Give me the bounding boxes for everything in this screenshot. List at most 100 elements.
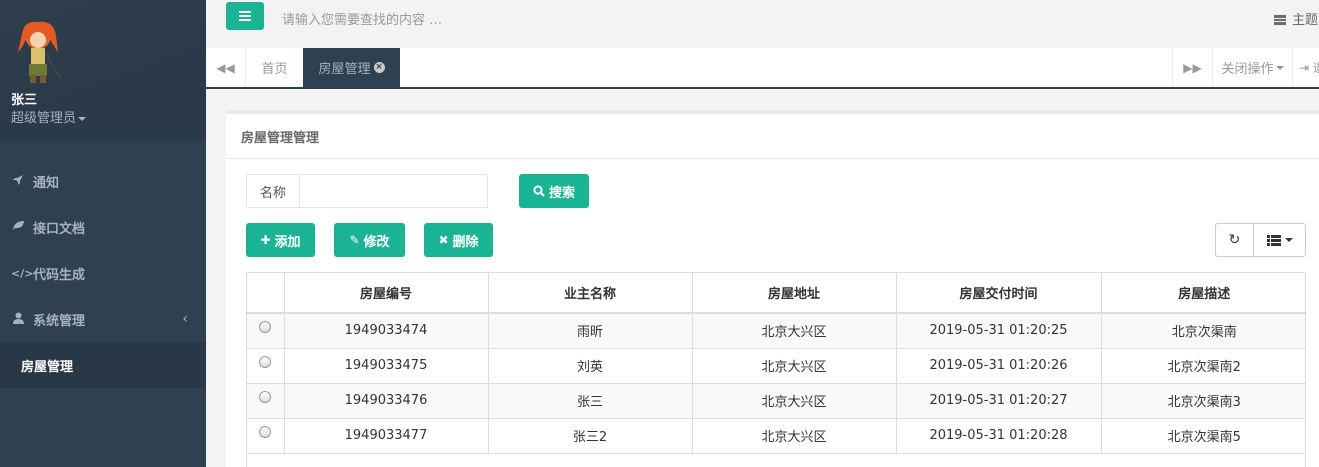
sidebar-item-label: 代码生成 <box>33 267 86 283</box>
table-row[interactable]: 1949033474 雨昕 北京大兴区 2019-05-31 01:20:25 … <box>247 313 1305 349</box>
plus-icon: ✚ <box>260 233 271 247</box>
bars-icon <box>239 11 251 21</box>
row-select-cell <box>247 348 285 384</box>
avatar[interactable] <box>12 18 64 84</box>
theme-button[interactable]: 主题 <box>1274 9 1318 28</box>
sidebar-item-label: 接口文档 <box>33 221 86 237</box>
tabs-bar: ◀◀ 首页 房屋管理 × ▶▶ 关闭操作 ⇥ 退出 <box>206 48 1319 89</box>
panel-title: 房屋管理管理 <box>226 114 1319 159</box>
sidebar-item-codegen[interactable]: </> 代码生成 <box>0 250 206 296</box>
refresh-icon: ↻ <box>1228 232 1241 248</box>
close-tab-icon[interactable]: × <box>373 62 385 73</box>
table-cell: 2019-05-31 01:20:26 <box>896 348 1102 384</box>
sidebar-nav: 通知 接口文档 </> 代码生成 系统管理 ‹ 房屋管理 <box>0 158 206 388</box>
table-cell: 张三2 <box>488 418 693 454</box>
top-navbar: 请输入您需要查找的内容 … 主题 <box>206 0 1319 48</box>
table-cell: 雨昕 <box>488 313 693 349</box>
table-cell: 2019-05-31 01:20:27 <box>896 383 1102 419</box>
table-cell: 刘英 <box>488 348 693 384</box>
column-header[interactable]: 房屋地址 <box>692 273 897 314</box>
user-icon <box>11 312 25 327</box>
row-radio[interactable] <box>259 355 272 368</box>
menu-toggle-button[interactable] <box>226 2 264 30</box>
chevron-left-icon: ‹ <box>182 311 188 327</box>
table-cell: 2019-05-31 01:20:28 <box>896 418 1102 454</box>
column-header-select <box>247 273 285 314</box>
column-header[interactable]: 房屋描述 <box>1101 273 1305 314</box>
close-ops-label: 关闭操作 <box>1221 62 1274 77</box>
search-form: 名称 <box>246 174 488 208</box>
row-select-cell <box>247 313 285 349</box>
table-cell: 北京大兴区 <box>692 383 897 419</box>
edit-button-label: 修改 <box>363 234 390 250</box>
sign-out-icon: ⇥ <box>1299 60 1310 75</box>
search-button[interactable]: 搜索 <box>519 174 589 208</box>
row-radio[interactable] <box>259 320 272 333</box>
sidebar-subitem-house[interactable]: 房屋管理 <box>0 342 206 388</box>
close-ops-dropdown[interactable]: 关闭操作 <box>1212 48 1292 87</box>
search-name-input[interactable] <box>300 175 487 207</box>
row-radio[interactable] <box>259 425 272 438</box>
row-select-cell <box>247 418 285 454</box>
theme-icon <box>1274 15 1286 25</box>
add-button[interactable]: ✚ 添加 <box>246 223 315 257</box>
table-cell: 北京大兴区 <box>692 348 897 384</box>
tabs-scroll-right-button[interactable]: ▶▶ <box>1172 48 1212 87</box>
top-search-input[interactable]: 请输入您需要查找的内容 … <box>282 9 442 28</box>
delete-button-label: 删除 <box>452 234 479 250</box>
columns-dropdown[interactable] <box>1254 224 1305 256</box>
code-icon: </> <box>11 266 34 280</box>
refresh-button[interactable]: ↻ <box>1216 224 1254 256</box>
table-header-row: 房屋编号 业主名称 房屋地址 房屋交付时间 房屋描述 <box>247 273 1305 314</box>
search-name-label: 名称 <box>247 175 300 207</box>
table-row[interactable]: 1949033476 张三 北京大兴区 2019-05-31 01:20:27 … <box>247 383 1305 419</box>
double-chevron-right-icon: ▶▶ <box>1183 60 1202 75</box>
remove-icon: ✖ <box>438 233 449 247</box>
theme-label: 主题 <box>1292 13 1319 28</box>
table-row[interactable]: 1949033475 刘英 北京大兴区 2019-05-31 01:20:26 … <box>247 348 1305 384</box>
profile-role-label: 超级管理员 <box>11 111 77 126</box>
tab-house-management[interactable]: 房屋管理 × <box>303 48 400 87</box>
tab-home[interactable]: 首页 <box>246 48 303 87</box>
edit-button[interactable]: ✎ 修改 <box>334 223 405 257</box>
leaf-icon <box>11 220 25 234</box>
column-header[interactable]: 业主名称 <box>488 273 693 314</box>
column-header[interactable]: 房屋编号 <box>284 273 489 314</box>
list-icon <box>1266 234 1281 246</box>
sidebar-item-notice[interactable]: 通知 <box>0 158 206 204</box>
table-toolbar: ↻ <box>1215 223 1306 257</box>
table-cell: 北京大兴区 <box>692 418 897 454</box>
row-radio[interactable] <box>259 390 272 403</box>
caret-down-icon <box>1275 65 1284 70</box>
table-cell: 1949033476 <box>284 383 489 419</box>
add-button-label: 添加 <box>274 234 301 250</box>
sidebar-item-label: 通知 <box>33 175 60 191</box>
table-cell: 1949033477 <box>284 418 489 454</box>
table-cell: 1949033474 <box>284 313 489 349</box>
sidebar: 张三 超级管理员 通知 接口文档 </> 代码生成 系统管理 ‹ 房屋管理 <box>0 0 206 467</box>
sidebar-item-api-docs[interactable]: 接口文档 <box>0 204 206 250</box>
table-cell: 2019-05-31 01:20:25 <box>896 313 1102 349</box>
double-chevron-left-icon: ◀◀ <box>216 60 235 75</box>
caret-down-icon <box>78 116 87 121</box>
column-header[interactable]: 房屋交付时间 <box>896 273 1102 314</box>
edit-icon: ✎ <box>349 233 360 247</box>
table-cell: 1949033475 <box>284 348 489 384</box>
search-icon <box>533 185 545 197</box>
row-select-cell <box>247 383 285 419</box>
delete-button[interactable]: ✖ 删除 <box>424 223 493 257</box>
sidebar-item-system[interactable]: 系统管理 ‹ <box>0 296 206 342</box>
profile-panel: 张三 超级管理员 <box>0 0 206 140</box>
sidebar-item-label: 系统管理 <box>33 313 86 329</box>
table-row[interactable]: 1949033477 张三2 北京大兴区 2019-05-31 01:20:28… <box>247 418 1305 454</box>
table-cell: 北京大兴区 <box>692 313 897 349</box>
table-cell: 北京次渠南 <box>1101 313 1305 349</box>
table-cell: 北京次渠南2 <box>1101 348 1305 384</box>
table-cell: 张三 <box>488 383 693 419</box>
search-button-label: 搜索 <box>548 185 575 201</box>
tab-label: 房屋管理 <box>318 62 371 77</box>
profile-role-dropdown[interactable]: 超级管理员 <box>11 107 87 126</box>
exit-label: 退出 <box>1313 59 1319 76</box>
exit-button[interactable]: ⇥ 退出 <box>1292 48 1319 87</box>
tabs-scroll-left-button[interactable]: ◀◀ <box>206 48 246 87</box>
